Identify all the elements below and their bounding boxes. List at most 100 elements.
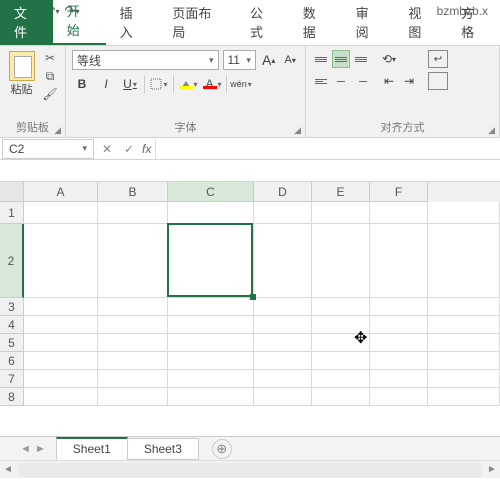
- add-sheet-button[interactable]: ⊕: [212, 439, 232, 459]
- grid[interactable]: ABCDEF 12345678 ✥: [0, 182, 500, 436]
- file-tab[interactable]: 文件: [0, 0, 53, 45]
- column-header[interactable]: C: [168, 182, 254, 202]
- cell[interactable]: [168, 352, 254, 370]
- cell[interactable]: [312, 352, 370, 370]
- tab-review[interactable]: 审阅: [342, 0, 395, 45]
- cell[interactable]: [370, 202, 428, 224]
- tab-formulas[interactable]: 公式: [236, 0, 289, 45]
- cell[interactable]: [254, 298, 312, 316]
- cell[interactable]: [24, 388, 98, 406]
- font-size-combo[interactable]: 11▾: [223, 50, 256, 70]
- cell[interactable]: [168, 316, 254, 334]
- row-header[interactable]: 1: [0, 202, 24, 224]
- scroll-right-icon[interactable]: ►: [484, 464, 500, 475]
- orientation-icon[interactable]: ⟲▾: [380, 50, 398, 68]
- cell[interactable]: [254, 334, 312, 352]
- column-header[interactable]: F: [370, 182, 428, 202]
- tab-addin[interactable]: 方格: [447, 0, 500, 45]
- cell[interactable]: [98, 352, 168, 370]
- cell[interactable]: [98, 202, 168, 224]
- sheet-tab[interactable]: Sheet1: [56, 437, 128, 460]
- cell[interactable]: [428, 202, 500, 224]
- align-center-icon[interactable]: [332, 72, 350, 90]
- cell[interactable]: [98, 334, 168, 352]
- font-color-button[interactable]: A: [202, 74, 222, 94]
- name-box[interactable]: C2▾: [2, 139, 94, 159]
- dialog-launcher-icon[interactable]: ◢: [294, 125, 301, 136]
- column-header[interactable]: E: [312, 182, 370, 202]
- italic-button[interactable]: I: [96, 74, 116, 94]
- cell[interactable]: [24, 298, 98, 316]
- cell[interactable]: [168, 298, 254, 316]
- grow-font-icon[interactable]: A▴: [260, 51, 278, 69]
- align-bottom-icon[interactable]: [352, 50, 370, 68]
- sheet-tab[interactable]: Sheet3: [127, 438, 199, 460]
- cell[interactable]: [370, 316, 428, 334]
- cell[interactable]: [370, 298, 428, 316]
- cell[interactable]: [24, 334, 98, 352]
- cell[interactable]: [254, 352, 312, 370]
- formula-bar[interactable]: [155, 139, 500, 159]
- row-header[interactable]: 5: [0, 334, 24, 352]
- cell[interactable]: [428, 388, 500, 406]
- phonetic-button[interactable]: wén: [231, 74, 251, 94]
- scroll-left-icon[interactable]: ◄: [0, 464, 16, 475]
- fx-icon[interactable]: fx: [142, 142, 151, 156]
- select-all-corner[interactable]: [0, 182, 24, 202]
- cell[interactable]: [168, 224, 254, 298]
- cell[interactable]: [24, 202, 98, 224]
- cell[interactable]: [312, 388, 370, 406]
- row-header[interactable]: 8: [0, 388, 24, 406]
- bold-button[interactable]: B: [72, 74, 92, 94]
- align-middle-icon[interactable]: [332, 50, 350, 68]
- row-header[interactable]: 3: [0, 298, 24, 316]
- tab-data[interactable]: 数据: [289, 0, 342, 45]
- row-header[interactable]: 7: [0, 370, 24, 388]
- wrap-text-icon[interactable]: ↩: [428, 50, 448, 68]
- column-header[interactable]: A: [24, 182, 98, 202]
- horizontal-scrollbar[interactable]: ◄ ►: [0, 460, 500, 478]
- tab-insert[interactable]: 插入: [106, 0, 159, 45]
- dialog-launcher-icon[interactable]: ◢: [54, 125, 61, 136]
- align-right-icon[interactable]: [352, 72, 370, 90]
- increase-indent-icon[interactable]: ⇥: [400, 72, 418, 90]
- sheet-nav-next-icon[interactable]: ►: [35, 443, 46, 455]
- cell[interactable]: [24, 316, 98, 334]
- cell[interactable]: [370, 388, 428, 406]
- underline-button[interactable]: U: [120, 74, 140, 94]
- copy-icon[interactable]: ⧉: [41, 68, 59, 84]
- decrease-indent-icon[interactable]: ⇤: [380, 72, 398, 90]
- tab-page-layout[interactable]: 页面布局: [158, 0, 236, 45]
- cell[interactable]: [370, 370, 428, 388]
- border-button[interactable]: [149, 74, 169, 94]
- row-header[interactable]: 6: [0, 352, 24, 370]
- cell[interactable]: [428, 334, 500, 352]
- cell[interactable]: [98, 370, 168, 388]
- cell[interactable]: [254, 370, 312, 388]
- shrink-font-icon[interactable]: A▾: [281, 51, 299, 69]
- cell[interactable]: [370, 224, 428, 298]
- cell[interactable]: [428, 352, 500, 370]
- cell[interactable]: [370, 334, 428, 352]
- paste-button[interactable]: 粘贴: [6, 50, 37, 98]
- cell[interactable]: [24, 224, 98, 298]
- cell[interactable]: [254, 316, 312, 334]
- cell[interactable]: [428, 298, 500, 316]
- column-header[interactable]: B: [98, 182, 168, 202]
- cell[interactable]: [312, 224, 370, 298]
- cell[interactable]: [254, 202, 312, 224]
- cut-icon[interactable]: ✂: [41, 50, 59, 66]
- cell[interactable]: [370, 352, 428, 370]
- cell[interactable]: [312, 202, 370, 224]
- align-top-icon[interactable]: [312, 50, 330, 68]
- cell[interactable]: [428, 224, 500, 298]
- row-header[interactable]: 4: [0, 316, 24, 334]
- cell[interactable]: [24, 352, 98, 370]
- fill-color-button[interactable]: [178, 74, 198, 94]
- cell[interactable]: [168, 334, 254, 352]
- cell[interactable]: [98, 298, 168, 316]
- font-name-combo[interactable]: 等线▾: [72, 50, 219, 70]
- sheet-nav-prev-icon[interactable]: ◄: [20, 443, 31, 455]
- cell[interactable]: [168, 202, 254, 224]
- cancel-edit-icon[interactable]: ✕: [96, 139, 118, 159]
